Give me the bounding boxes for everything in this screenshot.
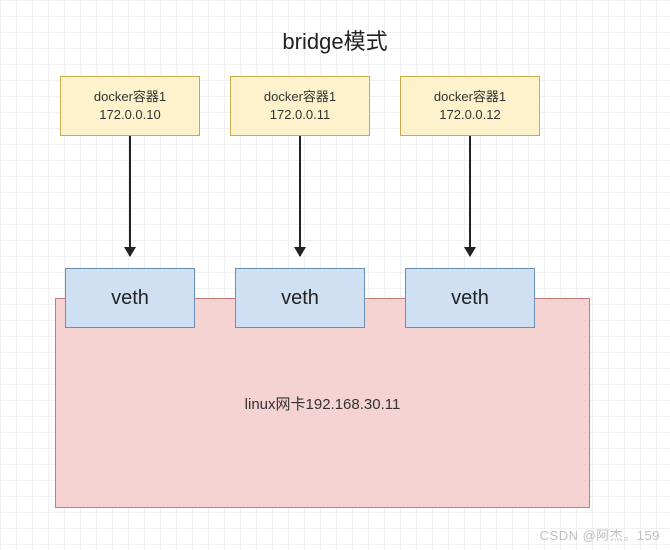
diagram-canvas: bridge模式 docker容器1 172.0.0.10 docker容器1 … bbox=[0, 0, 670, 550]
watermark: CSDN @阿杰。159 bbox=[540, 525, 660, 544]
veth-label: veth bbox=[281, 287, 319, 310]
veth-label: veth bbox=[451, 287, 489, 310]
container-name: docker容器1 bbox=[94, 88, 166, 106]
docker-container-2: docker容器1 172.0.0.11 bbox=[230, 76, 370, 136]
container-ip: 172.0.0.11 bbox=[270, 106, 330, 124]
container-ip: 172.0.0.12 bbox=[439, 106, 500, 124]
arrow-1 bbox=[129, 136, 131, 256]
docker-container-3: docker容器1 172.0.0.12 bbox=[400, 76, 540, 136]
diagram-title: bridge模式 bbox=[0, 24, 670, 56]
linux-nic-box: linux网卡192.168.30.11 bbox=[55, 298, 590, 508]
veth-label: veth bbox=[111, 287, 149, 310]
arrow-3 bbox=[469, 136, 471, 256]
container-name: docker容器1 bbox=[264, 88, 336, 106]
container-ip: 172.0.0.10 bbox=[99, 106, 160, 124]
container-name: docker容器1 bbox=[434, 88, 506, 106]
linux-label: linux网卡192.168.30.11 bbox=[245, 393, 401, 414]
veth-box-1: veth bbox=[65, 268, 195, 328]
veth-box-2: veth bbox=[235, 268, 365, 328]
veth-box-3: veth bbox=[405, 268, 535, 328]
docker-container-1: docker容器1 172.0.0.10 bbox=[60, 76, 200, 136]
arrow-2 bbox=[299, 136, 301, 256]
